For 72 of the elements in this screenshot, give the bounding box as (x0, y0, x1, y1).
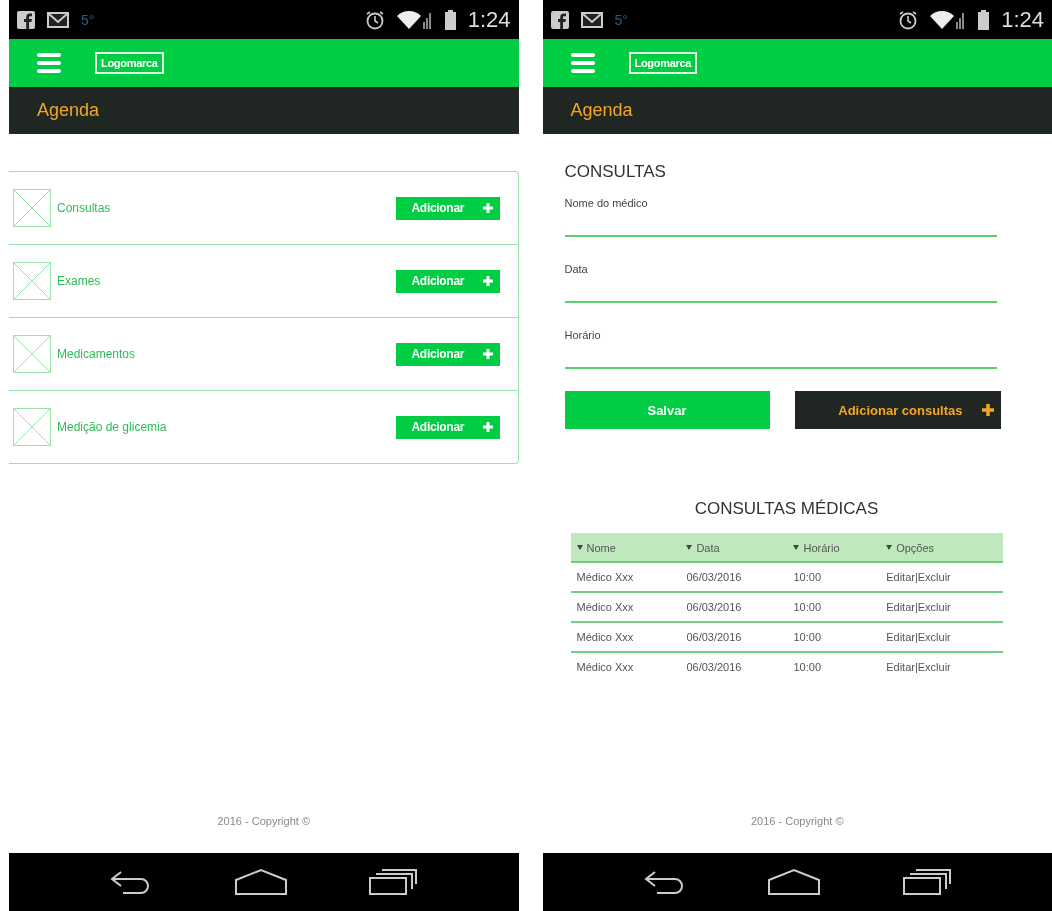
recent-apps-icon[interactable] (901, 868, 952, 896)
add-button[interactable]: Adicionar (395, 415, 500, 439)
add-consultation-button[interactable]: Adicionar consultas (794, 391, 1001, 429)
form-heading: CONSULTAS (564, 162, 667, 182)
recent-apps-icon[interactable] (368, 868, 419, 896)
home-icon[interactable] (767, 868, 822, 896)
category-label: Exames (57, 274, 102, 288)
add-button[interactable]: Adicionar (395, 342, 500, 366)
table-cell: 06/03/2016 (680, 652, 788, 681)
battery-icon (978, 9, 990, 30)
save-button[interactable]: Salvar (564, 391, 770, 429)
column-header[interactable]: Nome (586, 541, 616, 554)
column-header[interactable]: Data (696, 541, 720, 554)
field-label: Nome do médico (564, 197, 649, 209)
table-cell: Editar|Excluir (880, 652, 1003, 681)
wifi-signal-icon (396, 9, 433, 30)
category-label: Medicamentos (57, 347, 137, 361)
table-cell: Médico Xxx (570, 652, 681, 681)
alarm-icon (364, 9, 385, 30)
sort-icon[interactable] (793, 545, 800, 551)
category-label: Consultas (57, 201, 112, 215)
mail-icon (580, 11, 603, 28)
table-cell: 10:00 (787, 622, 881, 652)
table-cell: Editar|Excluir (880, 562, 1003, 592)
field-label: Data (564, 263, 589, 275)
clock-time: 1:24 (467, 6, 511, 33)
copyright-text: 2016 - Copyright © (751, 815, 844, 827)
sort-icon[interactable] (686, 545, 693, 551)
plus-icon (481, 348, 494, 360)
sort-icon[interactable] (576, 545, 583, 551)
table-cell: Médico Xxx (570, 622, 681, 652)
notification-text: 5° (81, 11, 95, 28)
table-cell: Editar|Excluir (880, 592, 1003, 622)
wifi-signal-icon (930, 9, 967, 30)
plus-icon (481, 275, 494, 287)
table-cell: Médico Xxx (570, 592, 681, 622)
table-cell: Editar|Excluir (880, 622, 1003, 652)
image-placeholder-icon (13, 335, 51, 373)
home-icon[interactable] (233, 868, 288, 896)
image-placeholder-icon (13, 408, 51, 446)
clock-time: 1:24 (1001, 6, 1044, 33)
facebook-icon (17, 10, 35, 29)
battery-icon (444, 9, 456, 30)
add-button[interactable]: Adicionar (395, 269, 500, 293)
table-cell: 06/03/2016 (680, 592, 788, 622)
page-title: Agenda (570, 100, 633, 121)
table-cell: Médico Xxx (570, 562, 681, 592)
image-placeholder-icon (13, 262, 51, 300)
category-label: Medição de glicemia (57, 420, 168, 434)
column-header[interactable]: Horário (803, 541, 840, 554)
alarm-icon (898, 9, 919, 30)
add-button[interactable]: Adicionar (395, 196, 500, 220)
image-placeholder-icon (13, 189, 51, 227)
table-cell: 06/03/2016 (680, 622, 788, 652)
table-cell: 10:00 (787, 592, 881, 622)
logo[interactable]: Logomarca (628, 52, 698, 74)
table-cell: 10:00 (787, 652, 881, 681)
logo[interactable]: Logomarca (95, 52, 164, 74)
sort-icon[interactable] (886, 545, 893, 551)
plus-icon (481, 421, 494, 433)
plus-icon (980, 403, 995, 417)
table-cell: 10:00 (787, 562, 881, 592)
column-header[interactable]: Opções (896, 541, 935, 554)
page-title: Agenda (37, 100, 100, 121)
mail-icon (47, 11, 69, 28)
notification-text: 5° (614, 11, 628, 28)
plus-icon (481, 202, 494, 214)
table-title: CONSULTAS MÉDICAS (693, 499, 880, 519)
field-label: Horário (564, 329, 602, 341)
table-cell: 06/03/2016 (680, 562, 788, 592)
facebook-icon (550, 10, 569, 29)
copyright-text: 2016 - Copyright © (217, 815, 310, 827)
